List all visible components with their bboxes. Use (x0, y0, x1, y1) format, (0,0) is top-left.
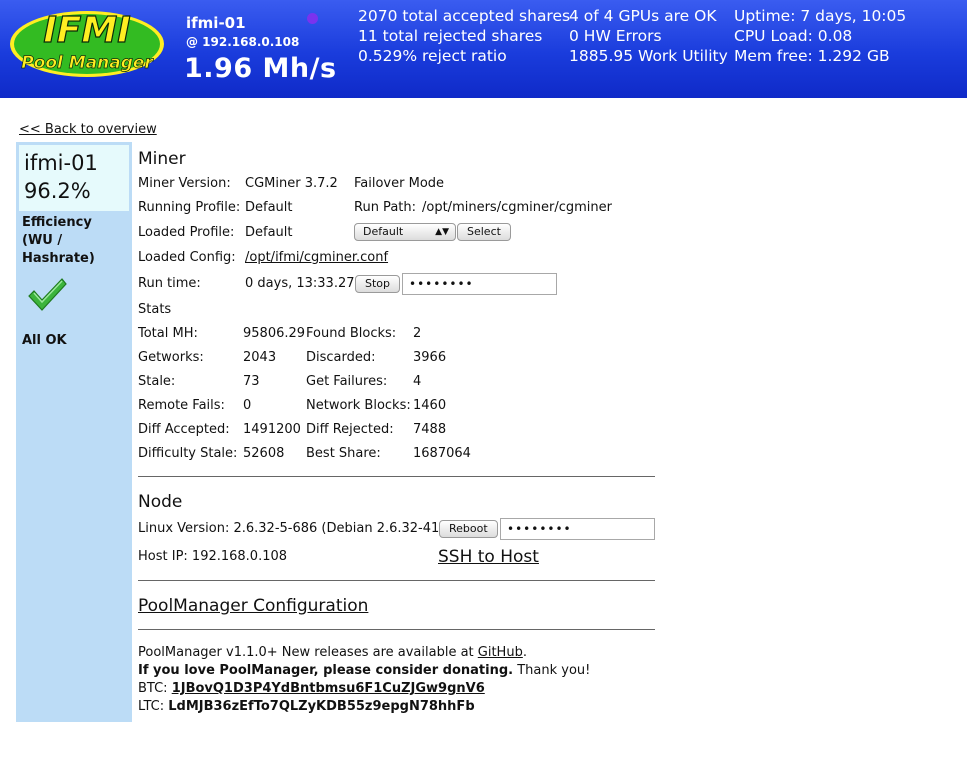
rejected-shares: 11 total rejected shares (358, 27, 543, 45)
reboot-button[interactable]: Reboot (439, 520, 498, 538)
runtime-value: 0 days, 13:33.27 (245, 276, 355, 291)
miner-password-input[interactable]: •••••••• (402, 273, 557, 295)
efficiency-label: Efficiency (WU / Hashrate) (22, 214, 132, 268)
runtime-label: Run time: (138, 276, 201, 291)
efficiency-value: 96.2% (24, 179, 91, 203)
node-host-ip: Host IP: 192.168.0.108 (138, 549, 288, 564)
checkmark-icon (28, 278, 67, 311)
profile-select[interactable]: Default ▲▼ (354, 223, 456, 241)
header-shares-stats: 2070 total accepted shares 11 total reje… (358, 6, 570, 66)
reject-ratio: 0.529% reject ratio (358, 47, 507, 65)
linux-version: Linux Version: 2.6.32-5-686 (Debian 2.6.… (138, 521, 445, 536)
ssh-to-host-link[interactable]: SSH to Host (438, 547, 539, 567)
stat-label: Remote Fails: (138, 398, 225, 413)
loaded-profile-value: Default (245, 225, 293, 240)
stat-label: Discarded: (306, 350, 376, 365)
loaded-config-link[interactable]: /opt/ifmi/cgminer.conf (245, 250, 388, 265)
run-path-label: Run Path: (354, 200, 416, 215)
running-profile-value: Default (245, 200, 293, 215)
running-profile-label: Running Profile: (138, 200, 241, 215)
gpu-status: 4 of 4 GPUs are OK (569, 7, 717, 25)
btc-line: BTC: 1JBovQ1D3P4YdBntbmsu6F1CuZJGw9gnV6 (138, 681, 485, 696)
stat-value: 3966 (413, 350, 447, 365)
efficiency-label-line1: Efficiency (22, 215, 92, 230)
btc-address-link[interactable]: 1JBovQ1D3P4YdBntbmsu6F1CuZJGw9gnV6 (172, 681, 485, 696)
failover-mode: Failover Mode (354, 176, 445, 191)
ltc-address: LdMJB36zEfTo7QLZyKDB55z9epgN78hhFb (168, 699, 475, 714)
run-path-value: /opt/miners/cgminer/cgminer (422, 200, 612, 215)
logo-title: IFMI (43, 10, 130, 51)
node-section-title: Node (138, 492, 183, 512)
header: IFMI Pool Manager ifmi-01 @ 192.168.0.10… (0, 0, 967, 98)
profile-select-value: Default (363, 225, 404, 238)
stat-value: 1687064 (413, 446, 471, 461)
status-dot-icon (307, 13, 318, 24)
stat-value: 1460 (413, 398, 447, 413)
version-line: PoolManager v1.1.0+ New releases are ava… (138, 645, 527, 660)
select-profile-button[interactable]: Select (457, 223, 511, 241)
stat-value: 2 (413, 326, 422, 341)
cpu-load: CPU Load: 0.08 (734, 27, 853, 45)
miner-version-value: CGMiner 3.7.2 (245, 176, 338, 191)
header-system-stats: Uptime: 7 days, 10:05 CPU Load: 0.08 Mem… (734, 6, 906, 66)
donate-line: If you love PoolManager, please consider… (138, 663, 590, 678)
efficiency-label-line2: (WU / Hashrate) (22, 233, 95, 266)
stat-value: 0 (243, 398, 252, 413)
hw-errors: 0 HW Errors (569, 27, 662, 45)
status-text: All OK (22, 333, 67, 348)
stat-value: 73 (243, 374, 260, 389)
stat-label: Get Failures: (306, 374, 388, 389)
stat-label: Network Blocks: (306, 398, 411, 413)
donate-text: If you love PoolManager, please consider… (138, 663, 514, 678)
header-gpu-stats: 4 of 4 GPUs are OK 0 HW Errors 1885.95 W… (569, 6, 728, 66)
ltc-label: LTC: (138, 699, 169, 714)
poolmanager-configuration-link[interactable]: PoolManager Configuration (138, 596, 368, 616)
version-period: . (522, 645, 527, 660)
btc-label: BTC: (138, 681, 172, 696)
stat-label: Diff Accepted: (138, 422, 230, 437)
stat-value: 2043 (243, 350, 277, 365)
divider (138, 629, 655, 630)
stat-label: Difficulty Stale: (138, 446, 238, 461)
miner-section-title: Miner (138, 149, 186, 169)
mem-free: Mem free: 1.292 GB (734, 47, 890, 65)
efficiency-box: ifmi-01 96.2% (19, 145, 129, 211)
loaded-profile-label: Loaded Profile: (138, 225, 235, 240)
miner-name: ifmi-01 (24, 151, 98, 175)
stop-miner-button[interactable]: Stop (355, 275, 401, 293)
loaded-config-label: Loaded Config: (138, 250, 236, 265)
divider (138, 580, 655, 581)
stats-title: Stats (138, 302, 172, 317)
uptime: Uptime: 7 days, 10:05 (734, 7, 907, 25)
divider (138, 476, 655, 477)
chevron-updown-icon: ▲▼ (435, 227, 449, 237)
stat-label: Diff Rejected: (306, 422, 394, 437)
stat-label: Stale: (138, 374, 176, 389)
node-password-input[interactable]: •••••••• (500, 518, 655, 540)
work-utility: 1885.95 Work Utility (569, 47, 728, 65)
version-text: PoolManager v1.1.0+ New releases are ava… (138, 645, 478, 660)
back-to-overview-link[interactable]: << Back to overview (19, 122, 157, 137)
ifmi-logo[interactable]: IFMI Pool Manager (8, 6, 170, 78)
stat-label: Total MH: (138, 326, 198, 341)
efficiency-panel: ifmi-01 96.2% Efficiency (WU / Hashrate)… (16, 142, 132, 722)
stat-value: 4 (413, 374, 422, 389)
stat-label: Best Share: (306, 446, 381, 461)
stat-value: 1491200 (243, 422, 301, 437)
header-host-name: ifmi-01 (186, 14, 246, 32)
header-host-ip: @ 192.168.0.108 (186, 35, 300, 49)
github-link[interactable]: GitHub (478, 645, 523, 660)
accepted-shares: 2070 total accepted shares (358, 7, 571, 25)
stat-value: 95806.29 (243, 326, 306, 341)
stat-value: 52608 (243, 446, 285, 461)
logo-subtitle: Pool Manager (21, 53, 154, 73)
miner-version-label: Miner Version: (138, 176, 231, 191)
ltc-line: LTC: LdMJB36zEfTo7QLZyKDB55z9epgN78hhFb (138, 699, 475, 714)
header-hashrate: 1.96 Mh/s (184, 53, 337, 84)
stat-label: Getworks: (138, 350, 204, 365)
stat-value: 7488 (413, 422, 447, 437)
donate-thanks: Thank you! (513, 663, 591, 678)
stat-label: Found Blocks: (306, 326, 397, 341)
